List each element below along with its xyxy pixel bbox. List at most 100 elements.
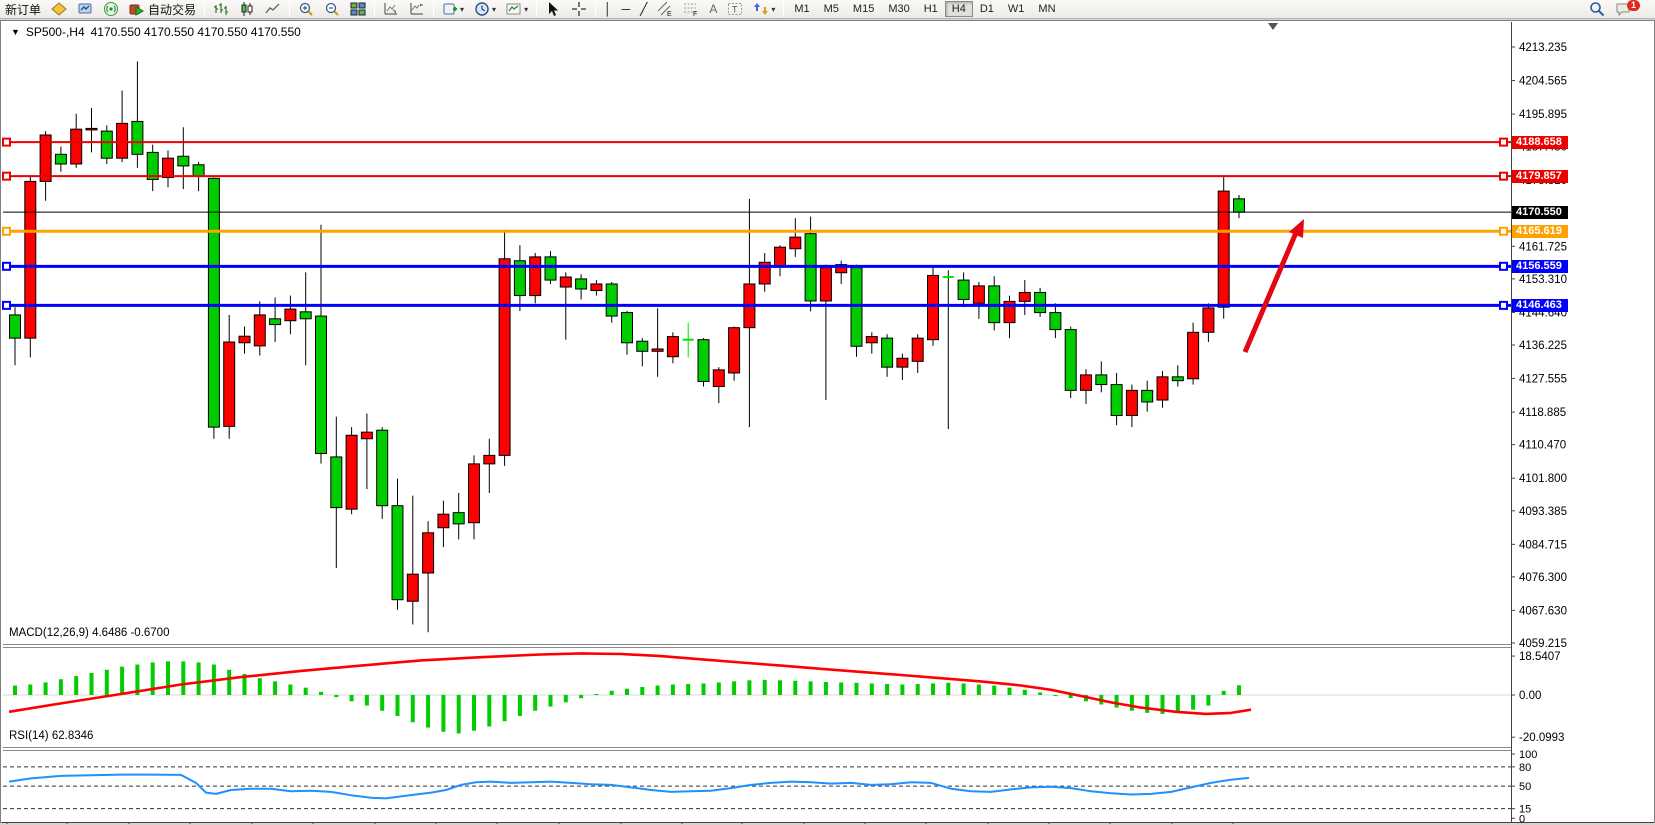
candle-body [622, 313, 633, 343]
macd-histogram-bar [702, 683, 706, 695]
tile-windows-icon[interactable] [346, 1, 370, 18]
candle-body [132, 121, 143, 154]
candles-chart-mode-icon[interactable] [235, 1, 259, 18]
rsi-tick-label: 0 [1519, 813, 1525, 824]
macd-histogram-bar [885, 684, 889, 695]
candle-body [606, 284, 617, 316]
autotrading-button[interactable]: 自动交易 [125, 1, 200, 18]
macd-histogram-bar [594, 694, 598, 695]
timeframe-button-D1[interactable]: D1 [973, 1, 1001, 17]
text-tool-icon[interactable]: A [705, 1, 721, 18]
candle-body [377, 430, 388, 505]
shapes-tool-button[interactable]: ▾ [749, 1, 779, 18]
candle-body [178, 156, 189, 166]
line-end-marker[interactable] [3, 173, 10, 180]
chart-window[interactable]: 4213.2354204.5654195.8954187.4804178.810… [0, 20, 1655, 823]
vertical-line-tool-icon[interactable]: │ [600, 1, 616, 18]
price-tick-label: 4118.885 [1519, 407, 1566, 419]
line-chart-mode-icon[interactable] [261, 1, 285, 18]
zoom-in-icon[interactable] [294, 1, 318, 18]
candle-body [346, 435, 357, 509]
line-end-marker[interactable] [3, 228, 10, 235]
zoom-out-icon[interactable] [320, 1, 344, 18]
candle-body [316, 316, 327, 453]
line-end-marker[interactable] [3, 263, 10, 270]
macd-histogram-bar [1008, 688, 1012, 695]
chat-icon[interactable]: 1 [1611, 1, 1648, 18]
macd-histogram-bar [564, 695, 568, 702]
chart-shift-icon[interactable] [405, 1, 429, 18]
line-end-marker[interactable] [1500, 228, 1507, 235]
candle-body [851, 268, 862, 347]
templates-button[interactable]: ▾ [502, 1, 532, 18]
macd-histogram-bar [380, 695, 384, 711]
text-label-tool-icon[interactable]: T [723, 1, 747, 18]
rsi-indicator-label: RSI(14) 62.8346 [9, 730, 93, 742]
chart-symbol-period: SP500-,H4 [26, 25, 85, 39]
timeframe-button-W1[interactable]: W1 [1001, 1, 1032, 17]
horizontal-line-tool-icon[interactable]: ─ [618, 1, 635, 18]
macd-histogram-bar [778, 680, 782, 695]
line-end-marker[interactable] [3, 302, 10, 309]
timeframe-button-M15[interactable]: M15 [846, 1, 881, 17]
trendline-tool-icon[interactable]: ╱ [636, 1, 651, 18]
collapse-arrow-icon[interactable]: ▼ [11, 27, 20, 37]
macd-histogram-bar [686, 684, 690, 695]
candle-body [1065, 330, 1076, 391]
price-chart-canvas[interactable]: 4213.2354204.5654195.8954187.4804178.810… [1, 21, 1655, 824]
price-tick-label: 4136.225 [1519, 340, 1567, 352]
macd-histogram-bar [900, 685, 904, 696]
fibonacci-tool-icon[interactable]: F [679, 1, 703, 18]
macd-histogram-bar [855, 683, 859, 695]
auto-scroll-icon[interactable] [379, 1, 403, 18]
channel-tool-icon[interactable]: E [653, 1, 677, 18]
timeframe-button-M1[interactable]: M1 [787, 1, 816, 17]
toolbar-separator [204, 2, 205, 17]
broadcast-icon[interactable] [99, 1, 123, 18]
search-icon[interactable] [1585, 1, 1609, 18]
timeframe-button-M30[interactable]: M30 [881, 1, 916, 17]
line-end-marker[interactable] [1500, 139, 1507, 146]
macd-tick-label: 18.5407 [1519, 651, 1561, 663]
line-end-marker[interactable] [3, 139, 10, 146]
bar-chart-mode-icon[interactable] [209, 1, 233, 18]
macd-histogram-bar [992, 686, 996, 695]
annotation-arrow-shaft[interactable] [1245, 228, 1298, 352]
line-end-marker[interactable] [1500, 173, 1507, 180]
macd-histogram-bar [640, 687, 644, 695]
price-tick-label: 4093.385 [1519, 506, 1567, 518]
candle-body [484, 455, 495, 464]
chart-shift-marker[interactable] [1268, 23, 1278, 30]
candle-body [928, 275, 939, 339]
candle-body [1218, 191, 1229, 307]
timeframe-button-MN[interactable]: MN [1031, 1, 1062, 17]
timeframe-button-H4[interactable]: H4 [945, 1, 973, 17]
timeframe-button-H1[interactable]: H1 [917, 1, 945, 17]
macd-histogram-bar [1176, 695, 1180, 713]
candle-body [1142, 390, 1153, 402]
crosshair-tool-icon[interactable] [567, 1, 591, 18]
macd-histogram-bar [839, 682, 843, 695]
toolbar-separator [433, 2, 434, 17]
new-order-button[interactable]: 新订单 [1, 1, 45, 18]
price-tick-label: 4101.800 [1519, 473, 1567, 485]
periods-button[interactable]: ▾ [470, 1, 500, 18]
line-end-marker[interactable] [1500, 263, 1507, 270]
candle-body [713, 370, 724, 387]
macd-histogram-bar [365, 695, 369, 706]
macd-histogram-bar [304, 688, 308, 695]
rsi-tick-label: 100 [1519, 749, 1537, 761]
timeframe-button-M5[interactable]: M5 [817, 1, 846, 17]
candle-body [1035, 292, 1046, 312]
line-end-marker[interactable] [1500, 302, 1507, 309]
annotation-arrow-head[interactable] [1289, 219, 1304, 238]
market-watch-icon[interactable] [73, 1, 97, 18]
macd-histogram-bar [824, 682, 828, 695]
candle-body [1157, 377, 1168, 400]
candle-body [790, 237, 801, 249]
cursor-tool-icon[interactable] [541, 1, 565, 18]
new-order-icon[interactable] [47, 1, 71, 18]
chevron-down-icon: ▾ [492, 5, 496, 14]
new-chart-button[interactable]: ▾ [438, 1, 468, 18]
macd-histogram-bar [946, 683, 950, 695]
